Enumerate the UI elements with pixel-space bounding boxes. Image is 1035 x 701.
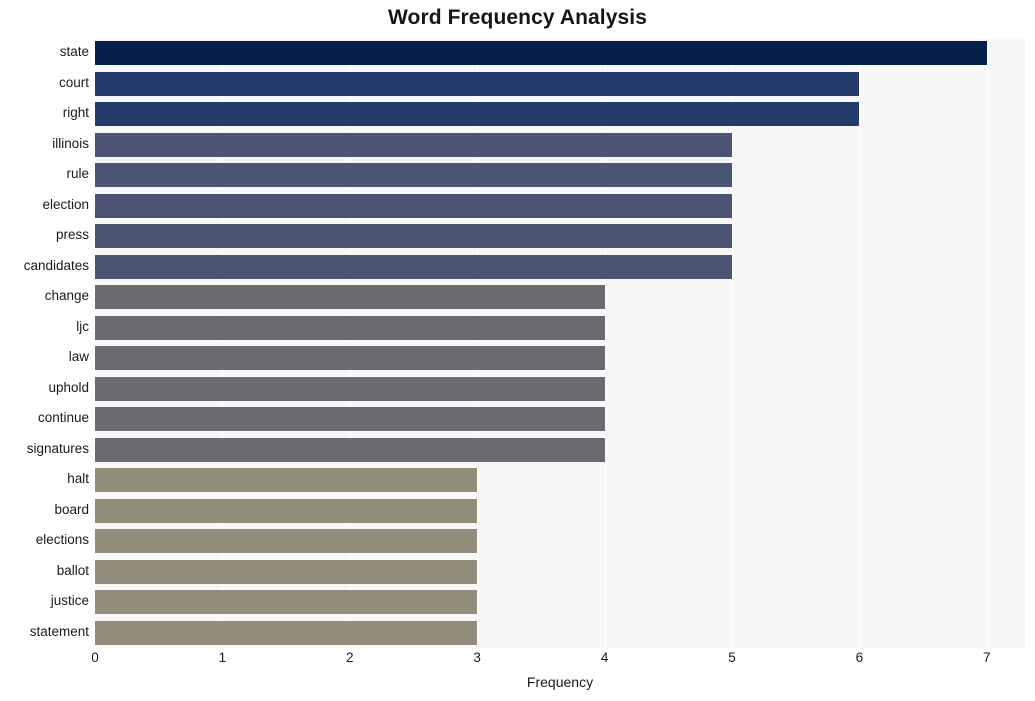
bar-row <box>95 559 1025 584</box>
bar-statement[interactable] <box>95 620 478 645</box>
bar-row <box>95 346 1025 371</box>
bar-row <box>95 193 1025 218</box>
bar-state[interactable] <box>95 41 987 66</box>
y-axis-label-continue: continue <box>37 410 89 426</box>
bar-board[interactable] <box>95 498 478 523</box>
y-axis-label-statement: statement <box>29 623 89 639</box>
bar-row <box>95 163 1025 188</box>
bar-row <box>95 132 1025 157</box>
plot-area <box>95 38 1025 648</box>
x-axis-tick-1: 1 <box>218 650 227 665</box>
word-frequency-chart: Word Frequency Analysis state court right i… <box>0 0 1035 701</box>
y-axis-label-illinois: illinois <box>52 135 89 151</box>
bar-candidates[interactable] <box>95 254 732 279</box>
x-axis-tick-3: 3 <box>473 650 481 665</box>
bar-row <box>95 468 1025 493</box>
bar-ballot[interactable] <box>95 559 478 584</box>
y-axis-label-justice: justice <box>50 593 89 609</box>
x-axis-tick-2: 2 <box>346 650 354 665</box>
bar-row <box>95 224 1025 249</box>
bar-rule[interactable] <box>95 163 732 188</box>
y-axis-label-press: press <box>55 227 89 243</box>
bar-row <box>95 376 1025 401</box>
bar-change[interactable] <box>95 285 605 310</box>
bar-row <box>95 590 1025 615</box>
y-axis-labels: state court right illinois rule election press… <box>0 38 89 648</box>
x-axis-tick-labels: 0 1 2 3 4 5 6 7 <box>91 650 1025 672</box>
y-axis-label-ljc: ljc <box>76 318 89 334</box>
bar-uphold[interactable] <box>95 376 605 401</box>
bar-continue[interactable] <box>95 407 605 432</box>
bar-row <box>95 254 1025 279</box>
bar-row <box>95 498 1025 523</box>
bar-elections[interactable] <box>95 529 478 554</box>
y-axis-label-candidates: candidates <box>23 257 89 273</box>
bar-row <box>95 102 1025 127</box>
bar-ljc[interactable] <box>95 315 605 340</box>
bar-signatures[interactable] <box>95 437 605 462</box>
y-axis-label-board: board <box>54 501 89 517</box>
bar-row <box>95 315 1025 340</box>
bar-row <box>95 71 1025 96</box>
bar-election[interactable] <box>95 193 732 218</box>
bar-row <box>95 620 1025 645</box>
y-axis-label-state: state <box>59 44 89 60</box>
bar-row <box>95 437 1025 462</box>
bar-illinois[interactable] <box>95 132 732 157</box>
bar-court[interactable] <box>95 71 860 96</box>
chart-title: Word Frequency Analysis <box>387 6 648 29</box>
bar-halt[interactable] <box>95 468 478 493</box>
y-axis-label-uphold: uphold <box>48 379 89 395</box>
y-axis-label-rule: rule <box>66 166 89 182</box>
bar-justice[interactable] <box>95 590 478 615</box>
x-axis-tick-0: 0 <box>91 650 99 665</box>
y-axis-label-halt: halt <box>67 471 89 487</box>
x-axis-tick-5: 5 <box>728 650 736 665</box>
y-axis-label-court: court <box>58 74 89 90</box>
y-axis-label-signatures: signatures <box>26 440 89 456</box>
bar-row <box>95 285 1025 310</box>
x-axis-tick-6: 6 <box>855 650 864 665</box>
x-axis-title: Frequency <box>526 674 594 690</box>
bar-law[interactable] <box>95 346 605 371</box>
bar-right[interactable] <box>95 102 860 127</box>
bar-press[interactable] <box>95 224 732 249</box>
bar-row <box>95 407 1025 432</box>
y-axis-label-right: right <box>62 105 89 121</box>
bar-row <box>95 41 1025 66</box>
x-axis-tick-7: 7 <box>983 650 991 665</box>
x-axis-tick-4: 4 <box>600 650 609 665</box>
y-axis-label-law: law <box>68 349 89 365</box>
y-axis-label-ballot: ballot <box>56 562 89 578</box>
y-axis-label-change: change <box>44 288 89 304</box>
bar-row <box>95 529 1025 554</box>
y-axis-label-elections: elections <box>35 532 89 548</box>
y-axis-label-election: election <box>42 196 89 212</box>
bars-layer <box>95 38 1025 648</box>
